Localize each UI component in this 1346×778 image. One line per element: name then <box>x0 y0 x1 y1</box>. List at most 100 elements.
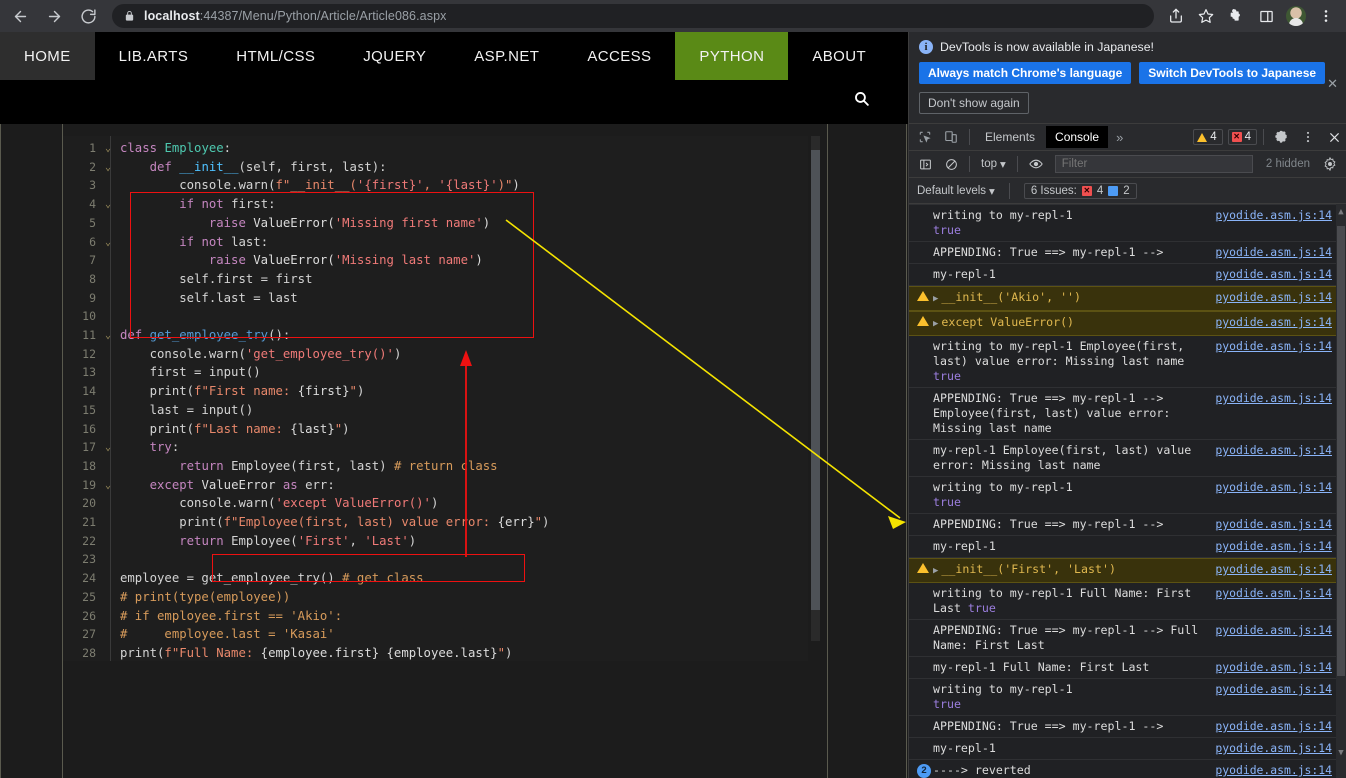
source-link[interactable]: pyodide.asm.js:14 <box>1215 208 1332 223</box>
side-panel-icon[interactable] <box>1252 2 1280 30</box>
line-number: 2 ⌄ <box>63 158 111 177</box>
source-link[interactable]: pyodide.asm.js:14 <box>1215 562 1332 577</box>
console-sidebar-icon[interactable] <box>913 152 937 176</box>
nav-item-asp-net[interactable]: ASP.NET <box>450 32 563 80</box>
row-icon <box>917 539 933 540</box>
star-icon[interactable] <box>1192 2 1220 30</box>
search-button[interactable] <box>853 90 870 112</box>
warning-count-badge[interactable]: 4 <box>1193 129 1223 145</box>
gear-icon[interactable] <box>1270 125 1294 149</box>
context-selector[interactable]: top ▾ <box>976 157 1011 171</box>
filter-input[interactable] <box>1054 155 1253 173</box>
console-row[interactable]: writing to my-repl-1 true pyodide.asm.js:… <box>909 679 1346 716</box>
default-levels-selector[interactable]: Default levels ▾ <box>917 184 995 198</box>
source-link[interactable]: pyodide.asm.js:14 <box>1215 539 1332 554</box>
console-row[interactable]: writing to my-repl-1 Full Name: First La… <box>909 583 1346 620</box>
error-count-badge[interactable]: ✕ 4 <box>1227 129 1257 145</box>
code-editor[interactable]: 1 ⌄ 2 ⌄ 3 4 ⌄ 5 6 ⌄ 7 8 9 10 11 ⌄ 12 13 14 15… <box>63 136 808 661</box>
fold-chevron-icon[interactable]: ⌄ <box>105 140 111 159</box>
source-link[interactable]: pyodide.asm.js:14 <box>1215 682 1332 697</box>
dont-show-again-button[interactable]: Don't show again <box>919 92 1029 114</box>
console-row[interactable]: my-repl-1 pyodide.asm.js:14 <box>909 264 1346 286</box>
source-link[interactable]: pyodide.asm.js:14 <box>1215 391 1332 406</box>
source-link[interactable]: pyodide.asm.js:14 <box>1215 443 1332 458</box>
nav-item-access[interactable]: ACCESS <box>563 32 675 80</box>
code-content[interactable]: class Employee: def __init__(self, first… <box>120 136 808 661</box>
nav-item-python[interactable]: PYTHON <box>675 32 789 80</box>
source-link[interactable]: pyodide.asm.js:14 <box>1215 245 1332 260</box>
fold-chevron-icon[interactable]: ⌄ <box>105 159 111 178</box>
console-log-list[interactable]: writing to my-repl-1 true pyodide.asm.js:… <box>909 204 1346 778</box>
fold-chevron-icon[interactable]: ⌄ <box>105 196 111 215</box>
puzzle-icon[interactable] <box>1222 2 1250 30</box>
fold-chevron-icon[interactable]: ⌄ <box>105 234 111 253</box>
source-link[interactable]: pyodide.asm.js:14 <box>1215 267 1332 282</box>
source-link[interactable]: pyodide.asm.js:14 <box>1215 719 1332 734</box>
source-link[interactable]: pyodide.asm.js:14 <box>1215 315 1332 330</box>
console-row-warning[interactable]: ▶ __init__('First', 'Last') pyodide.asm.j… <box>909 558 1346 583</box>
always-match-language-button[interactable]: Always match Chrome's language <box>919 62 1132 84</box>
source-link[interactable]: pyodide.asm.js:14 <box>1215 517 1332 532</box>
close-icon[interactable] <box>1322 125 1346 149</box>
console-row-warning[interactable]: ▶ except ValueError() pyodide.asm.js:14 <box>909 311 1346 336</box>
console-row[interactable]: my-repl-1 Full Name: First Last pyodide.… <box>909 657 1346 679</box>
console-row[interactable]: writing to my-repl-1 true pyodide.asm.js:… <box>909 204 1346 242</box>
forward-arrow-icon[interactable] <box>40 2 68 30</box>
scroll-down-icon[interactable]: ▼ <box>1337 748 1345 758</box>
console-row[interactable]: writing to my-repl-1 true pyodide.asm.js:… <box>909 477 1346 514</box>
editor-scrollbar[interactable] <box>811 136 820 641</box>
source-link[interactable]: pyodide.asm.js:14 <box>1215 741 1332 756</box>
scroll-up-icon[interactable]: ▲ <box>1337 207 1345 217</box>
nav-item-home[interactable]: HOME <box>0 32 95 80</box>
console-row[interactable]: writing to my-repl-1 Employee(first, las… <box>909 336 1346 388</box>
fold-chevron-icon[interactable]: ⌄ <box>105 477 111 496</box>
source-link[interactable]: pyodide.asm.js:14 <box>1215 290 1332 305</box>
gear-icon[interactable] <box>1318 152 1342 176</box>
nav-item-lib-arts[interactable]: LIB.ARTS <box>95 32 213 80</box>
chevron-double-right-icon[interactable]: » <box>1110 130 1129 145</box>
device-toolbar-icon[interactable] <box>939 125 963 149</box>
address-bar[interactable]: localhost:44387/Menu/Python/Article/Arti… <box>112 4 1154 28</box>
console-row[interactable]: my-repl-1 Employee(first, last) value er… <box>909 440 1346 477</box>
three-dot-menu-icon[interactable] <box>1296 125 1320 149</box>
clear-console-icon[interactable] <box>939 152 963 176</box>
source-link[interactable]: pyodide.asm.js:14 <box>1215 763 1332 778</box>
tab-elements[interactable]: Elements <box>976 126 1044 148</box>
close-icon[interactable]: ✕ <box>1327 76 1338 92</box>
live-expression-icon[interactable] <box>1024 152 1048 176</box>
editor-scrollbar-thumb[interactable] <box>811 150 820 610</box>
inspect-element-icon[interactable] <box>913 125 937 149</box>
console-row[interactable]: APPENDING: True ==> my-repl-1 --> Employ… <box>909 388 1346 440</box>
fold-chevron-icon[interactable]: ⌄ <box>105 439 111 458</box>
switch-to-japanese-button[interactable]: Switch DevTools to Japanese <box>1139 62 1326 84</box>
console-row[interactable]: my-repl-1 pyodide.asm.js:14 <box>909 536 1346 558</box>
share-icon[interactable] <box>1162 2 1190 30</box>
source-link[interactable]: pyodide.asm.js:14 <box>1215 660 1332 675</box>
expand-triangle-icon[interactable]: ▶ <box>933 566 938 576</box>
source-link[interactable]: pyodide.asm.js:14 <box>1215 586 1332 601</box>
tab-console[interactable]: Console <box>1046 126 1109 148</box>
console-scrollbar[interactable]: ▲ ▼ <box>1336 204 1346 778</box>
console-row-warning[interactable]: ▶ __init__('Akio', '') pyodide.asm.js:14 <box>909 286 1346 311</box>
back-arrow-icon[interactable] <box>6 2 34 30</box>
source-link[interactable]: pyodide.asm.js:14 <box>1215 339 1332 354</box>
console-row-repeated[interactable]: 2 ----> reverted pyodide.asm.js:14 <box>909 760 1346 778</box>
expand-triangle-icon[interactable]: ▶ <box>933 294 938 304</box>
source-link[interactable]: pyodide.asm.js:14 <box>1215 480 1332 495</box>
issues-badge[interactable]: 6 Issues: ✕ 4 2 <box>1023 182 1137 199</box>
expand-triangle-icon[interactable]: ▶ <box>933 319 938 329</box>
profile-avatar[interactable] <box>1282 2 1310 30</box>
three-dot-menu-icon[interactable] <box>1312 2 1340 30</box>
source-link[interactable]: pyodide.asm.js:14 <box>1215 623 1332 638</box>
nav-item-jquery[interactable]: JQUERY <box>339 32 450 80</box>
console-row[interactable]: my-repl-1 pyodide.asm.js:14 <box>909 738 1346 760</box>
console-row[interactable]: APPENDING: True ==> my-repl-1 --> pyodid… <box>909 514 1346 536</box>
console-row[interactable]: APPENDING: True ==> my-repl-1 --> Full N… <box>909 620 1346 657</box>
fold-chevron-icon[interactable]: ⌄ <box>105 327 111 346</box>
nav-item-html-css[interactable]: HTML/CSS <box>212 32 339 80</box>
console-row[interactable]: APPENDING: True ==> my-repl-1 --> pyodid… <box>909 242 1346 264</box>
console-scrollbar-thumb[interactable] <box>1337 226 1345 676</box>
reload-icon[interactable] <box>74 2 102 30</box>
console-row[interactable]: APPENDING: True ==> my-repl-1 --> pyodid… <box>909 716 1346 738</box>
nav-item-about[interactable]: ABOUT <box>788 32 890 80</box>
